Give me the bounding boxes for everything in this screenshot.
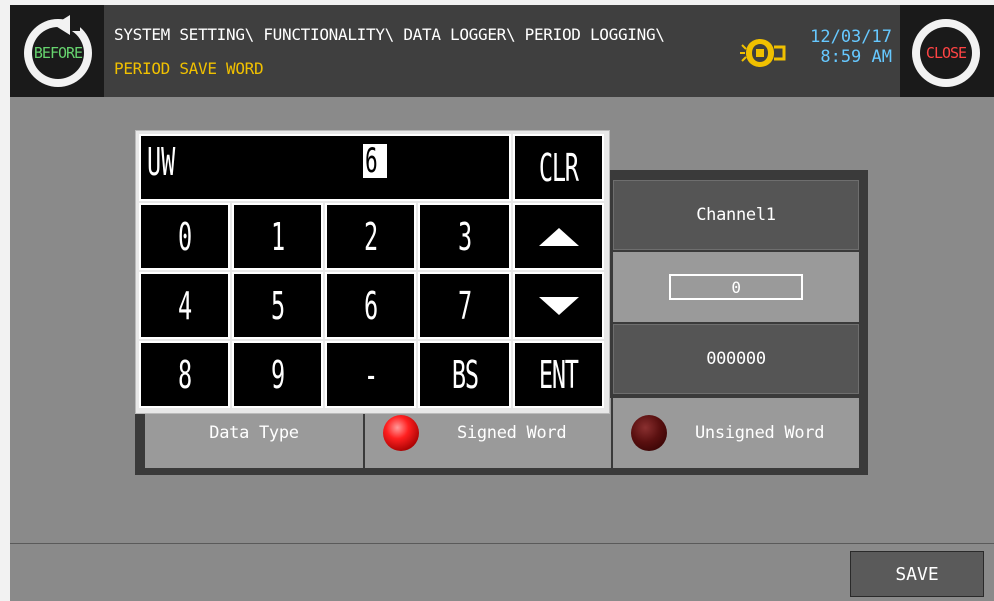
alarm-bell-icon[interactable] [740, 35, 788, 71]
date-text: 12/03/17 [810, 27, 892, 47]
signed-word-label: Signed Word [457, 423, 567, 443]
enter-key[interactable]: ENT [513, 341, 604, 408]
key-0[interactable]: 0 [139, 203, 230, 270]
header-bar: BEFORE SYSTEM SETTING\ FUNCTIONALITY\ DA… [10, 5, 994, 97]
close-label: CLOSE [920, 27, 972, 79]
breadcrumb-path: SYSTEM SETTING\ FUNCTIONALITY\ DATA LOGG… [114, 25, 665, 44]
key-1[interactable]: 1 [232, 203, 323, 270]
value-field[interactable]: 0 [669, 274, 803, 300]
close-button[interactable]: CLOSE [912, 19, 980, 87]
footer-bar [10, 543, 994, 601]
key-8[interactable]: 8 [139, 341, 230, 408]
unsigned-word-label: Unsigned Word [695, 423, 825, 443]
backspace-key[interactable]: BS [418, 341, 511, 408]
address-cell[interactable]: 000000 [613, 324, 859, 394]
value-cell[interactable]: 0 [613, 252, 859, 322]
unsigned-word-option[interactable]: Unsigned Word [613, 398, 859, 468]
key-3[interactable]: 3 [418, 203, 511, 270]
signed-led-icon [383, 415, 419, 451]
unsigned-led-icon [631, 415, 667, 451]
up-key[interactable] [513, 203, 604, 270]
hmi-screen: BEFORE SYSTEM SETTING\ FUNCTIONALITY\ DA… [10, 5, 994, 601]
key-minus[interactable]: - [325, 341, 416, 408]
key-4[interactable]: 4 [139, 272, 230, 339]
key-2[interactable]: 2 [325, 203, 416, 270]
key-9[interactable]: 9 [232, 341, 323, 408]
down-key[interactable] [513, 272, 604, 339]
key-6[interactable]: 6 [325, 272, 416, 339]
clr-key[interactable]: CLR [513, 134, 604, 201]
numeric-keypad: UW 6 CLR 0 1 2 3 4 5 6 7 8 9 - BS ENT [135, 130, 610, 414]
before-button[interactable]: BEFORE [24, 15, 92, 87]
register-label: UW [147, 140, 176, 184]
time-text: 8:59 AM [820, 47, 892, 67]
save-button[interactable]: SAVE [850, 551, 984, 597]
channel-header: Channel1 [613, 180, 859, 250]
arrow-down-icon [538, 296, 579, 315]
arrow-up-icon [538, 227, 579, 246]
back-arrow-icon [54, 15, 70, 35]
keypad-display: UW 6 [139, 134, 511, 201]
key-7[interactable]: 7 [418, 272, 511, 339]
input-value[interactable]: 6 [363, 144, 388, 178]
key-5[interactable]: 5 [232, 272, 323, 339]
page-title: PERIOD SAVE WORD [114, 59, 264, 78]
datetime: 12/03/17 8:59 AM [810, 27, 892, 67]
